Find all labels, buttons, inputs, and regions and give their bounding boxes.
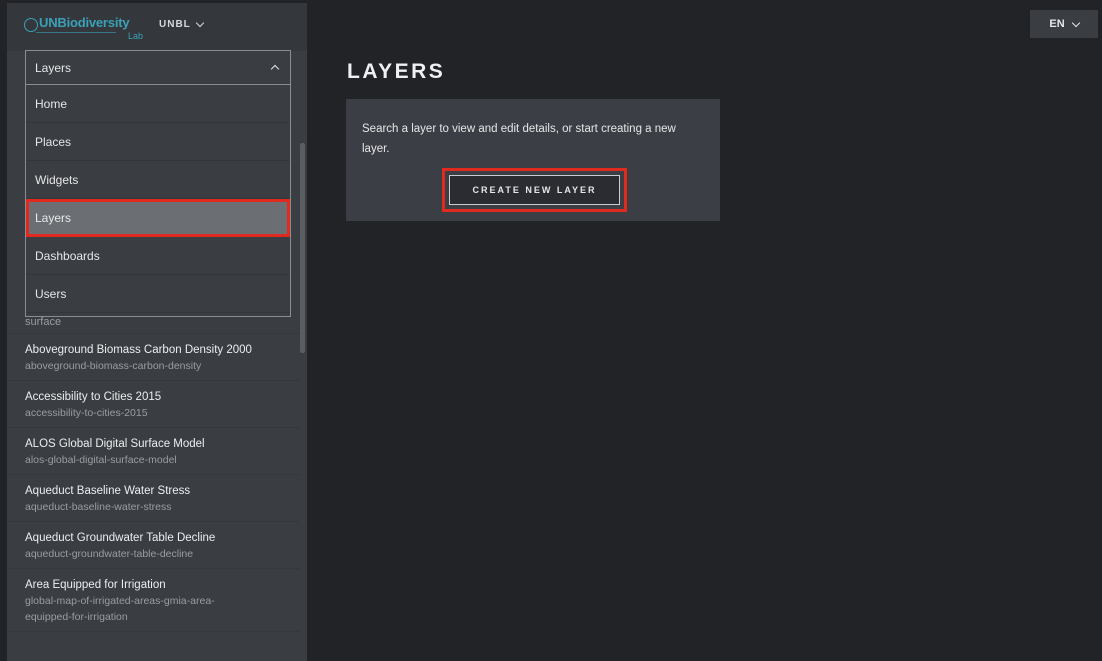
app-window: UNBiodiversity Lab UNBL Layers Home Plac… [0,0,1102,661]
menu-item-dashboards[interactable]: Dashboards [26,237,290,275]
logo-divider [36,32,116,33]
menu-item-home[interactable]: Home [26,85,290,123]
org-label: UNBL [159,19,191,30]
section-select-value: Layers [35,60,72,75]
menu-item-label: Places [35,134,72,149]
section-select[interactable]: Layers [25,50,291,85]
chevron-down-icon [1071,18,1080,27]
menu-item-places[interactable]: Places [26,123,290,161]
layer-name: Accessibility to Cities 2015 [25,391,162,403]
logo-subtext: Lab [128,31,144,41]
layer-name: Aqueduct Groundwater Table Decline [25,532,216,544]
list-item[interactable]: Aqueduct Baseline Water Stress aqueduct-… [7,475,299,522]
list-item[interactable]: Aqueduct Groundwater Table Decline aqued… [7,522,299,569]
menu-item-widgets[interactable]: Widgets [26,161,290,199]
list-item[interactable]: Aboveground Biomass Carbon Density 2000 … [7,334,299,381]
layer-slug: accessibility-to-cities-2015 [25,407,148,419]
menu-item-label: Home [35,96,68,111]
layer-list: surface Aboveground Biomass Carbon Densi… [7,311,299,632]
menu-item-label: Layers [35,210,72,225]
list-item[interactable]: Area Equipped for Irrigation global-map-… [7,569,299,632]
brand-bar: UNBiodiversity Lab UNBL [7,3,307,51]
layer-name: Aqueduct Baseline Water Stress [25,485,191,497]
section-dropdown-menu: Home Places Widgets Layers Dashboards Us… [25,85,291,317]
layer-name: Aboveground Biomass Carbon Density 2000 [25,344,252,356]
layer-slug: aboveground-biomass-carbon-density [25,360,202,372]
layer-slug: aqueduct-baseline-water-stress [25,501,172,513]
unbl-logo[interactable]: UNBiodiversity Lab [24,12,144,42]
menu-item-label: Users [35,286,67,301]
menu-item-label: Widgets [35,172,79,187]
page-title: LAYERS [347,60,446,83]
menu-item-layers[interactable]: Layers [26,199,290,237]
layer-name: ALOS Global Digital Surface Model [25,438,205,450]
menu-item-label: Dashboards [35,248,100,263]
list-item[interactable]: Accessibility to Cities 2015 accessibili… [7,381,299,428]
chevron-down-icon [195,18,205,28]
info-text: Search a layer to view and edit details,… [362,123,676,155]
sidebar-scrollbar[interactable] [300,143,305,353]
layer-slug: aqueduct-groundwater-table-decline [25,548,194,560]
logo-text: UNBiodiversity [39,15,130,30]
globe-icon [24,18,38,32]
language-label: EN [1049,18,1065,30]
create-new-layer-button[interactable]: CREATE NEW LAYER [449,175,620,205]
sidebar: UNBiodiversity Lab UNBL Layers Home Plac… [7,3,307,661]
list-item[interactable]: ALOS Global Digital Surface Model alos-g… [7,428,299,475]
layer-slug: alos-global-digital-surface-model [25,454,177,466]
layer-slug: global-map-of-irrigated-areas-gmia-area- [25,595,215,607]
info-card: Search a layer to view and edit details,… [346,99,720,221]
menu-item-users[interactable]: Users [26,275,290,313]
layer-name: Area Equipped for Irrigation [25,579,166,591]
chevron-up-icon [270,64,280,74]
layer-slug: equipped-for-irrigation [25,611,128,623]
language-selector[interactable]: EN [1030,10,1098,38]
org-selector[interactable]: UNBL [159,18,205,30]
